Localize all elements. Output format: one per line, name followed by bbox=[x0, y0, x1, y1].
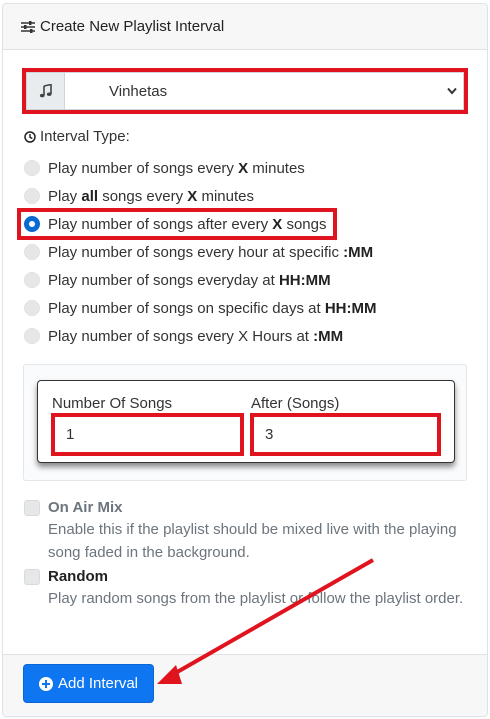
after-songs-input[interactable]: 3 bbox=[250, 413, 441, 456]
chevron-down-icon bbox=[447, 87, 457, 95]
on-air-mix-help: Enable this if the playlist should be mi… bbox=[48, 521, 457, 561]
random-label: Random bbox=[48, 568, 108, 585]
interval-option-label: Play number of songs everyday at HH:MM bbox=[48, 271, 331, 289]
interval-option-label: Play all songs every X minutes bbox=[48, 187, 254, 205]
random-row[interactable]: Random bbox=[24, 568, 108, 585]
after-songs-label: After (Songs) bbox=[251, 395, 340, 412]
interval-type-label: Interval Type: bbox=[24, 128, 130, 145]
radio-button[interactable] bbox=[24, 300, 40, 316]
interval-option-label: Play number of songs every X minutes bbox=[48, 159, 305, 177]
music-icon bbox=[26, 72, 64, 110]
random-checkbox[interactable] bbox=[24, 568, 40, 585]
interval-option[interactable]: Play number of songs every X Hours at :M… bbox=[24, 325, 343, 347]
interval-option-label: Play number of songs after every X songs bbox=[48, 215, 327, 233]
clock-icon bbox=[24, 130, 36, 143]
interval-option[interactable]: Play number of songs on specific days at… bbox=[24, 297, 376, 319]
interval-option-label: Play number of songs every hour at speci… bbox=[48, 243, 374, 261]
random-help: Play random songs from the playlist or f… bbox=[48, 590, 464, 607]
on-air-mix-label: On Air Mix bbox=[48, 499, 123, 516]
playlist-select-group: Vinhetas bbox=[22, 68, 468, 114]
radio-button[interactable] bbox=[24, 160, 40, 176]
interval-option[interactable]: Play all songs every X minutes bbox=[24, 185, 254, 207]
plus-circle-icon bbox=[38, 676, 53, 691]
radio-button[interactable] bbox=[24, 272, 40, 288]
interval-option[interactable]: Play number of songs every X minutes bbox=[24, 157, 305, 179]
add-interval-button[interactable]: Add Interval bbox=[23, 664, 154, 703]
on-air-mix-row[interactable]: On Air Mix bbox=[24, 499, 122, 516]
interval-option[interactable]: Play number of songs every hour at speci… bbox=[24, 241, 373, 263]
interval-option-label: Play number of songs on specific days at… bbox=[48, 299, 377, 317]
radio-button[interactable] bbox=[24, 216, 40, 232]
sliders-icon bbox=[21, 20, 35, 33]
radio-button[interactable] bbox=[24, 188, 40, 204]
number-of-songs-label: Number Of Songs bbox=[52, 395, 173, 412]
radio-button[interactable] bbox=[24, 328, 40, 344]
number-of-songs-input[interactable]: 1 bbox=[51, 413, 244, 456]
interval-option-label: Play number of songs every X Hours at :M… bbox=[48, 327, 344, 345]
playlist-select[interactable]: Vinhetas bbox=[64, 72, 464, 110]
playlist-select-value: Vinhetas bbox=[109, 82, 168, 100]
card-header: Create New Playlist Interval bbox=[3, 4, 487, 50]
interval-option[interactable]: Play number of songs everyday at HH:MM bbox=[24, 269, 331, 291]
add-interval-label: Add Interval bbox=[57, 675, 139, 692]
card-title: Create New Playlist Interval bbox=[40, 18, 225, 35]
interval-option[interactable]: Play number of songs after every X songs bbox=[24, 213, 327, 235]
on-air-mix-checkbox[interactable] bbox=[24, 499, 40, 516]
radio-button[interactable] bbox=[24, 244, 40, 260]
